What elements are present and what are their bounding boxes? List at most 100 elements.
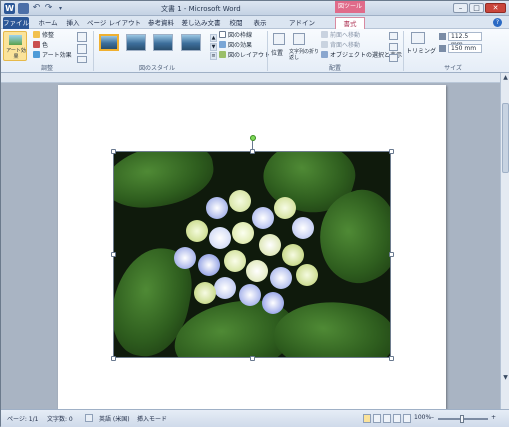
artistic-effects-icon: [9, 35, 22, 45]
leaf-shape: [114, 152, 218, 214]
picture-style-thumb[interactable]: [153, 34, 173, 51]
resize-handle-right[interactable]: [389, 252, 394, 257]
redo-icon[interactable]: ↷: [43, 3, 54, 14]
color-button[interactable]: 色: [33, 41, 48, 50]
wrap-text-icon[interactable]: [293, 33, 305, 45]
page-count[interactable]: ページ: 1/1: [7, 414, 38, 423]
compress-pictures-icon[interactable]: [77, 32, 87, 42]
word-logo-icon: W: [4, 3, 15, 14]
position-button[interactable]: 位置: [271, 49, 283, 58]
vertical-scrollbar[interactable]: ▲ ▼: [500, 73, 509, 409]
word-window: W ↶ ↷ ▾ 文書 1 - Microsoft Word 図ツール – □ ✕…: [0, 0, 509, 427]
corrections-icon: [33, 31, 40, 38]
resize-handle-bottom[interactable]: [250, 356, 255, 361]
tab-mailings[interactable]: 差し込み文書: [179, 17, 223, 29]
undo-icon[interactable]: ↶: [31, 3, 42, 14]
picture-effects-button[interactable]: 図の効果: [219, 41, 252, 50]
artistic-small-icon: [33, 51, 40, 58]
align-icon[interactable]: [389, 32, 398, 40]
picture-layout-button[interactable]: 図のレイアウト: [219, 51, 270, 60]
insert-mode-indicator[interactable]: 挿入モード: [137, 414, 167, 423]
draft-view-icon[interactable]: [403, 414, 411, 423]
ribbon: アート効果 修整 色 アート効果 調整 ▲ ▼ ≡ 図のスタイル 図の枠線 図の…: [1, 29, 509, 73]
flower-floret: [224, 250, 246, 272]
artistic-effects-small-button[interactable]: アート効果: [33, 51, 72, 60]
help-icon[interactable]: ?: [493, 18, 502, 27]
maximize-button[interactable]: □: [469, 3, 484, 13]
reset-picture-icon[interactable]: [77, 56, 87, 63]
resize-handle-left[interactable]: [111, 252, 116, 257]
styles-scroll-up-icon[interactable]: ▲: [210, 34, 217, 42]
artistic-effects-label: アート効果: [6, 48, 26, 60]
corrections-button[interactable]: 修整: [33, 31, 54, 40]
tab-format[interactable]: 書式: [335, 17, 365, 29]
crop-icon[interactable]: [411, 32, 425, 44]
bring-forward-icon: [321, 31, 328, 38]
close-button[interactable]: ✕: [485, 3, 506, 13]
wrap-text-button[interactable]: 文字列の折り返し: [289, 49, 321, 61]
word-count[interactable]: 文字数: 0: [47, 414, 73, 423]
separator: [267, 31, 268, 71]
separator: [93, 31, 94, 71]
send-backward-button[interactable]: 背面へ移動: [321, 41, 360, 50]
width-field[interactable]: 150 mm: [448, 44, 482, 53]
tab-view[interactable]: 表示: [249, 17, 271, 29]
flower-floret: [252, 207, 274, 229]
zoom-slider-knob[interactable]: [460, 415, 464, 423]
tab-file[interactable]: ファイル: [3, 17, 29, 29]
window-title: 文書 1 - Microsoft Word: [161, 5, 241, 13]
zoom-out-button[interactable]: –: [431, 414, 434, 421]
language-indicator[interactable]: 英語 (米国): [99, 414, 130, 423]
quick-access-dropdown-icon[interactable]: ▾: [55, 3, 66, 14]
save-icon[interactable]: [18, 3, 29, 14]
scroll-down-icon[interactable]: ▼: [501, 373, 509, 382]
border-icon: [219, 31, 226, 38]
change-picture-icon[interactable]: [77, 44, 87, 54]
flower-floret: [282, 244, 304, 266]
crop-button[interactable]: トリミング: [406, 47, 436, 56]
color-icon: [33, 41, 40, 48]
resize-handle-top-left[interactable]: [111, 149, 116, 154]
tab-home[interactable]: ホーム: [35, 17, 61, 29]
picture-style-thumb[interactable]: [126, 34, 146, 51]
height-field[interactable]: 112.5 mm: [448, 32, 482, 48]
minimize-button[interactable]: –: [453, 3, 468, 13]
scrollbar-thumb[interactable]: [502, 103, 509, 173]
artistic-effects-button[interactable]: アート効果: [3, 31, 27, 61]
rotate-icon[interactable]: [389, 54, 398, 62]
zoom-in-button[interactable]: +: [491, 414, 496, 421]
position-icon[interactable]: [273, 33, 285, 45]
group-icon[interactable]: [389, 43, 398, 51]
resize-handle-bottom-right[interactable]: [389, 356, 394, 361]
full-screen-view-icon[interactable]: [373, 414, 381, 423]
picture-style-thumb[interactable]: [99, 34, 119, 51]
web-layout-view-icon[interactable]: [383, 414, 391, 423]
print-layout-view-icon[interactable]: [363, 414, 371, 423]
tab-addins[interactable]: アドイン: [273, 17, 331, 29]
tab-references[interactable]: 参考資料: [145, 17, 177, 29]
status-bar: ページ: 1/1 文字数: 0 英語 (米国) 挿入モード 100% – +: [1, 409, 509, 427]
tab-page-layout[interactable]: ページ レイアウト: [85, 17, 143, 29]
flower-floret: [259, 234, 281, 256]
styles-scroll-down-icon[interactable]: ▼: [210, 43, 217, 51]
outline-view-icon[interactable]: [393, 414, 401, 423]
tab-insert[interactable]: 挿入: [63, 17, 83, 29]
inserted-picture[interactable]: [113, 151, 391, 358]
tab-review[interactable]: 校閲: [225, 17, 247, 29]
ribbon-tabs: ファイル ホーム 挿入 ページ レイアウト 参考資料 差し込み文書 校閲 表示 …: [1, 16, 509, 29]
flower-floret: [232, 222, 254, 244]
resize-handle-top-right[interactable]: [389, 149, 394, 154]
zoom-level[interactable]: 100%: [414, 414, 431, 421]
leaf-shape: [269, 293, 390, 357]
bring-forward-button[interactable]: 前面へ移動: [321, 31, 360, 40]
resize-handle-bottom-left[interactable]: [111, 356, 116, 361]
flower-floret: [198, 254, 220, 276]
resize-handle-top[interactable]: [250, 149, 255, 154]
rotate-handle[interactable]: [250, 135, 256, 141]
proofing-icon[interactable]: [85, 414, 93, 422]
scroll-up-icon[interactable]: ▲: [501, 73, 509, 82]
picture-border-button[interactable]: 図の枠線: [219, 31, 252, 40]
picture-style-thumb[interactable]: [181, 34, 201, 51]
styles-more-icon[interactable]: ≡: [210, 52, 217, 60]
horizontal-ruler[interactable]: [1, 73, 509, 83]
